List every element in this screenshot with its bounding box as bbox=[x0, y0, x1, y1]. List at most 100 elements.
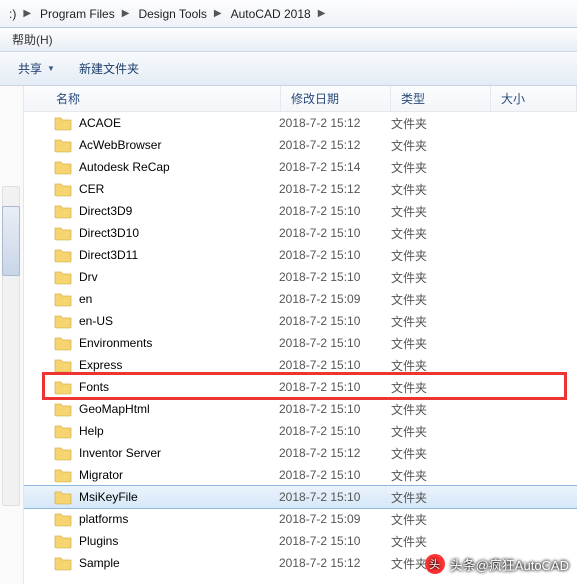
folder-icon bbox=[54, 555, 72, 571]
breadcrumb-item[interactable]: AutoCAD 2018 bbox=[224, 0, 316, 27]
tree-gutter bbox=[0, 86, 24, 584]
table-row[interactable]: Fonts2018-7-2 15:10文件夹 bbox=[24, 376, 577, 398]
watermark-text: 头条@疯狂AutoCAD bbox=[450, 555, 569, 574]
file-date: 2018-7-2 15:12 bbox=[279, 446, 391, 460]
file-type: 文件夹 bbox=[391, 291, 491, 308]
folder-icon bbox=[54, 423, 72, 439]
file-type: 文件夹 bbox=[391, 445, 491, 462]
folder-icon bbox=[54, 159, 72, 175]
chevron-right-icon: ▶ bbox=[120, 8, 132, 19]
table-row[interactable]: Environments2018-7-2 15:10文件夹 bbox=[24, 332, 577, 354]
file-type: 文件夹 bbox=[391, 379, 491, 396]
file-name: Sample bbox=[79, 556, 279, 570]
column-date[interactable]: 修改日期 bbox=[281, 86, 391, 111]
file-type: 文件夹 bbox=[391, 247, 491, 264]
file-date: 2018-7-2 15:09 bbox=[279, 292, 391, 306]
file-type: 文件夹 bbox=[391, 269, 491, 286]
file-name: Inventor Server bbox=[79, 446, 279, 460]
column-size[interactable]: 大小 bbox=[491, 86, 577, 111]
file-name: Plugins bbox=[79, 534, 279, 548]
table-row[interactable]: Direct3D112018-7-2 15:10文件夹 bbox=[24, 244, 577, 266]
file-date: 2018-7-2 15:14 bbox=[279, 160, 391, 174]
file-name: platforms bbox=[79, 512, 279, 526]
table-row[interactable]: Express2018-7-2 15:10文件夹 bbox=[24, 354, 577, 376]
folder-icon bbox=[54, 291, 72, 307]
folder-icon bbox=[54, 379, 72, 395]
table-row[interactable]: en2018-7-2 15:09文件夹 bbox=[24, 288, 577, 310]
file-date: 2018-7-2 15:12 bbox=[279, 556, 391, 570]
share-label: 共享 bbox=[18, 60, 42, 77]
file-name: Help bbox=[79, 424, 279, 438]
file-type: 文件夹 bbox=[391, 423, 491, 440]
file-date: 2018-7-2 15:10 bbox=[279, 490, 391, 504]
file-name: Direct3D9 bbox=[79, 204, 279, 218]
file-name: Migrator bbox=[79, 468, 279, 482]
scrollbar-thumb[interactable] bbox=[2, 206, 20, 276]
chevron-down-icon: ▼ bbox=[47, 64, 55, 73]
column-type[interactable]: 类型 bbox=[391, 86, 491, 111]
table-row[interactable]: en-US2018-7-2 15:10文件夹 bbox=[24, 310, 577, 332]
table-row[interactable]: Plugins2018-7-2 15:10文件夹 bbox=[24, 530, 577, 552]
folder-icon bbox=[54, 225, 72, 241]
file-type: 文件夹 bbox=[391, 137, 491, 154]
rows-container: ACAOE2018-7-2 15:12文件夹AcWebBrowser2018-7… bbox=[24, 112, 577, 574]
table-row[interactable]: Autodesk ReCap2018-7-2 15:14文件夹 bbox=[24, 156, 577, 178]
file-type: 文件夹 bbox=[391, 159, 491, 176]
table-row[interactable]: ACAOE2018-7-2 15:12文件夹 bbox=[24, 112, 577, 134]
table-row[interactable]: Help2018-7-2 15:10文件夹 bbox=[24, 420, 577, 442]
file-date: 2018-7-2 15:12 bbox=[279, 182, 391, 196]
breadcrumb-root[interactable]: :) bbox=[2, 0, 21, 27]
folder-icon bbox=[54, 467, 72, 483]
table-row[interactable]: MsiKeyFile2018-7-2 15:10文件夹 bbox=[24, 486, 577, 508]
breadcrumb-item[interactable]: Program Files bbox=[33, 0, 120, 27]
file-type: 文件夹 bbox=[391, 225, 491, 242]
file-type: 文件夹 bbox=[391, 357, 491, 374]
address-bar[interactable]: :) ▶ Program Files ▶ Design Tools ▶ Auto… bbox=[0, 0, 577, 28]
folder-icon bbox=[54, 511, 72, 527]
file-name: MsiKeyFile bbox=[79, 490, 279, 504]
file-type: 文件夹 bbox=[391, 115, 491, 132]
folder-icon bbox=[54, 445, 72, 461]
file-name: en bbox=[79, 292, 279, 306]
folder-icon bbox=[54, 269, 72, 285]
share-button[interactable]: 共享 ▼ bbox=[6, 57, 67, 81]
file-date: 2018-7-2 15:10 bbox=[279, 424, 391, 438]
folder-icon bbox=[54, 357, 72, 373]
table-row[interactable]: Drv2018-7-2 15:10文件夹 bbox=[24, 266, 577, 288]
column-headers: 名称 修改日期 类型 大小 bbox=[24, 86, 577, 112]
folder-icon bbox=[54, 247, 72, 263]
folder-icon bbox=[54, 137, 72, 153]
table-row[interactable]: platforms2018-7-2 15:09文件夹 bbox=[24, 508, 577, 530]
file-name: Autodesk ReCap bbox=[79, 160, 279, 174]
folder-icon bbox=[54, 203, 72, 219]
table-row[interactable]: Direct3D92018-7-2 15:10文件夹 bbox=[24, 200, 577, 222]
file-date: 2018-7-2 15:10 bbox=[279, 468, 391, 482]
table-row[interactable]: AcWebBrowser2018-7-2 15:12文件夹 bbox=[24, 134, 577, 156]
file-date: 2018-7-2 15:12 bbox=[279, 116, 391, 130]
menu-help[interactable]: 帮助(H) bbox=[12, 31, 53, 48]
file-type: 文件夹 bbox=[391, 203, 491, 220]
watermark: 头 头条@疯狂AutoCAD bbox=[425, 554, 569, 574]
file-name: ACAOE bbox=[79, 116, 279, 130]
file-name: Drv bbox=[79, 270, 279, 284]
new-folder-button[interactable]: 新建文件夹 bbox=[67, 57, 151, 81]
file-name: CER bbox=[79, 182, 279, 196]
toolbar: 共享 ▼ 新建文件夹 bbox=[0, 52, 577, 86]
file-date: 2018-7-2 15:10 bbox=[279, 380, 391, 394]
table-row[interactable]: Migrator2018-7-2 15:10文件夹 bbox=[24, 464, 577, 486]
table-row[interactable]: Direct3D102018-7-2 15:10文件夹 bbox=[24, 222, 577, 244]
folder-icon bbox=[54, 533, 72, 549]
file-date: 2018-7-2 15:10 bbox=[279, 314, 391, 328]
file-date: 2018-7-2 15:10 bbox=[279, 248, 391, 262]
column-name[interactable]: 名称 bbox=[24, 86, 281, 111]
table-row[interactable]: CER2018-7-2 15:12文件夹 bbox=[24, 178, 577, 200]
breadcrumb-item[interactable]: Design Tools bbox=[131, 0, 211, 27]
file-date: 2018-7-2 15:10 bbox=[279, 226, 391, 240]
file-type: 文件夹 bbox=[391, 511, 491, 528]
file-list-area: 名称 修改日期 类型 大小 ACAOE2018-7-2 15:12文件夹AcWe… bbox=[0, 86, 577, 584]
file-type: 文件夹 bbox=[391, 313, 491, 330]
table-row[interactable]: Inventor Server2018-7-2 15:12文件夹 bbox=[24, 442, 577, 464]
file-type: 文件夹 bbox=[391, 401, 491, 418]
watermark-icon: 头 bbox=[425, 554, 445, 574]
table-row[interactable]: GeoMapHtml2018-7-2 15:10文件夹 bbox=[24, 398, 577, 420]
